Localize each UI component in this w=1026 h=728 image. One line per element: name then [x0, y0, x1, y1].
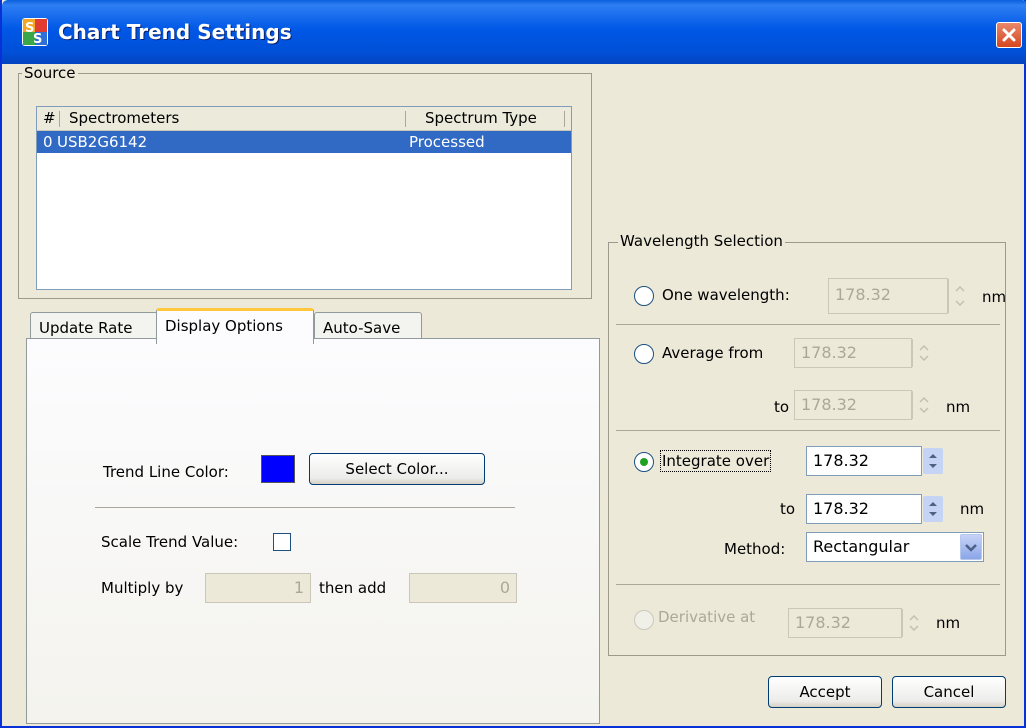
column-header-spectrum-type[interactable]: Spectrum Type: [425, 109, 537, 127]
chart-trend-settings-dialog: S S Chart Trend Settings Source # Spectr…: [0, 0, 1026, 728]
select-color-label: Select Color...: [345, 460, 449, 478]
row-spectrometer: USB2G6142: [57, 133, 148, 151]
chevron-down-icon: [965, 544, 977, 552]
derivative-at-spinner[interactable]: [902, 609, 924, 637]
derivative-at-field[interactable]: 178.32: [788, 608, 902, 638]
average-to-field[interactable]: 178.32: [794, 390, 912, 420]
tab-display-options-label: Display Options: [165, 317, 283, 335]
average-from-label[interactable]: Average from: [662, 344, 763, 362]
title-bar[interactable]: S S Chart Trend Settings: [2, 0, 1026, 64]
spinner-arrows-icon: [923, 448, 943, 474]
method-select[interactable]: Rectangular: [806, 532, 984, 562]
integrate-over-radio[interactable]: [634, 452, 654, 472]
cancel-label: Cancel: [923, 683, 975, 701]
app-icon: S S: [22, 18, 48, 46]
one-wavelength-label[interactable]: One wavelength:: [662, 286, 790, 304]
separator: [616, 584, 1000, 585]
window-title: Chart Trend Settings: [58, 20, 292, 44]
integrate-to-label: to: [780, 500, 796, 518]
trend-line-color-label: Trend Line Color:: [103, 463, 229, 481]
radio-selected-dot: [640, 458, 648, 466]
accept-label: Accept: [799, 683, 851, 701]
average-from-field[interactable]: 178.32: [794, 338, 912, 368]
average-to-spinner[interactable]: [912, 391, 934, 419]
spinner-arrows-icon: [919, 344, 929, 362]
method-selected-value: Rectangular: [813, 537, 910, 556]
close-icon: [1002, 28, 1016, 42]
table-header: # Spectrometers Spectrum Type: [37, 107, 571, 131]
separator: [95, 507, 515, 508]
integrate-to-field[interactable]: 178.32: [806, 494, 922, 524]
derivative-at-label: Derivative at: [658, 608, 756, 626]
integrate-to-spinner[interactable]: [922, 495, 944, 523]
settings-tabs: Update Rate Display Options Auto-Save Tr…: [26, 306, 600, 724]
column-divider[interactable]: [564, 111, 565, 127]
column-header-index[interactable]: #: [43, 109, 56, 127]
separator: [616, 324, 1000, 325]
tab-update-rate-label: Update Rate: [39, 319, 133, 337]
close-button[interactable]: [996, 22, 1022, 48]
scale-trend-checkbox[interactable]: [273, 533, 291, 551]
spinner-arrows-icon: [909, 614, 919, 632]
spinner-arrows-icon: [923, 496, 943, 522]
multiply-by-label: Multiply by: [101, 579, 184, 597]
tab-auto-save-label: Auto-Save: [323, 319, 401, 337]
tab-display-options[interactable]: Display Options: [156, 308, 314, 344]
average-from-spinner[interactable]: [912, 339, 934, 367]
average-from-radio[interactable]: [634, 344, 654, 364]
svg-text:S: S: [33, 32, 42, 46]
row-spectrum-type: Processed: [409, 133, 485, 151]
wavelength-selection-legend: Wavelength Selection: [618, 232, 785, 250]
integrate-unit: nm: [960, 500, 985, 518]
column-divider[interactable]: [405, 111, 406, 127]
column-header-spectrometers[interactable]: Spectrometers: [69, 109, 179, 127]
table-row[interactable]: 0 USB2G6142 Processed: [37, 131, 571, 153]
spectrometer-table[interactable]: # Spectrometers Spectrum Type 0 USB2G614…: [36, 106, 572, 290]
integrate-from-spinner[interactable]: [922, 447, 944, 475]
one-wavelength-unit: nm: [982, 288, 1007, 306]
one-wavelength-radio[interactable]: [634, 286, 654, 306]
spinner-arrows-icon: [955, 285, 965, 307]
one-wavelength-spinner[interactable]: [948, 279, 970, 313]
average-to-label: to: [774, 398, 790, 416]
derivative-at-radio[interactable]: [634, 610, 654, 630]
display-options-panel: Trend Line Color: Select Color... Scale …: [26, 338, 600, 724]
add-value-field[interactable]: 0: [409, 573, 517, 603]
method-dropdown-button[interactable]: [960, 534, 982, 560]
average-unit: nm: [946, 398, 971, 416]
method-label: Method:: [724, 540, 786, 558]
integrate-from-field[interactable]: 178.32: [806, 446, 922, 476]
scale-trend-value-label: Scale Trend Value:: [101, 533, 239, 551]
derivative-unit: nm: [936, 614, 961, 632]
then-add-label: then add: [319, 579, 387, 597]
row-index: 0: [43, 133, 53, 151]
select-color-button[interactable]: Select Color...: [309, 453, 485, 485]
one-wavelength-field[interactable]: 178.32: [828, 278, 948, 314]
source-legend: Source: [22, 64, 78, 82]
spinner-arrows-icon: [919, 396, 929, 414]
multiply-by-field[interactable]: 1: [205, 573, 311, 603]
accept-button[interactable]: Accept: [768, 676, 882, 708]
column-divider[interactable]: [59, 111, 60, 127]
integrate-over-label[interactable]: Integrate over: [659, 450, 772, 472]
trend-line-color-swatch: [261, 455, 295, 483]
separator: [616, 430, 1000, 431]
cancel-button[interactable]: Cancel: [892, 676, 1006, 708]
